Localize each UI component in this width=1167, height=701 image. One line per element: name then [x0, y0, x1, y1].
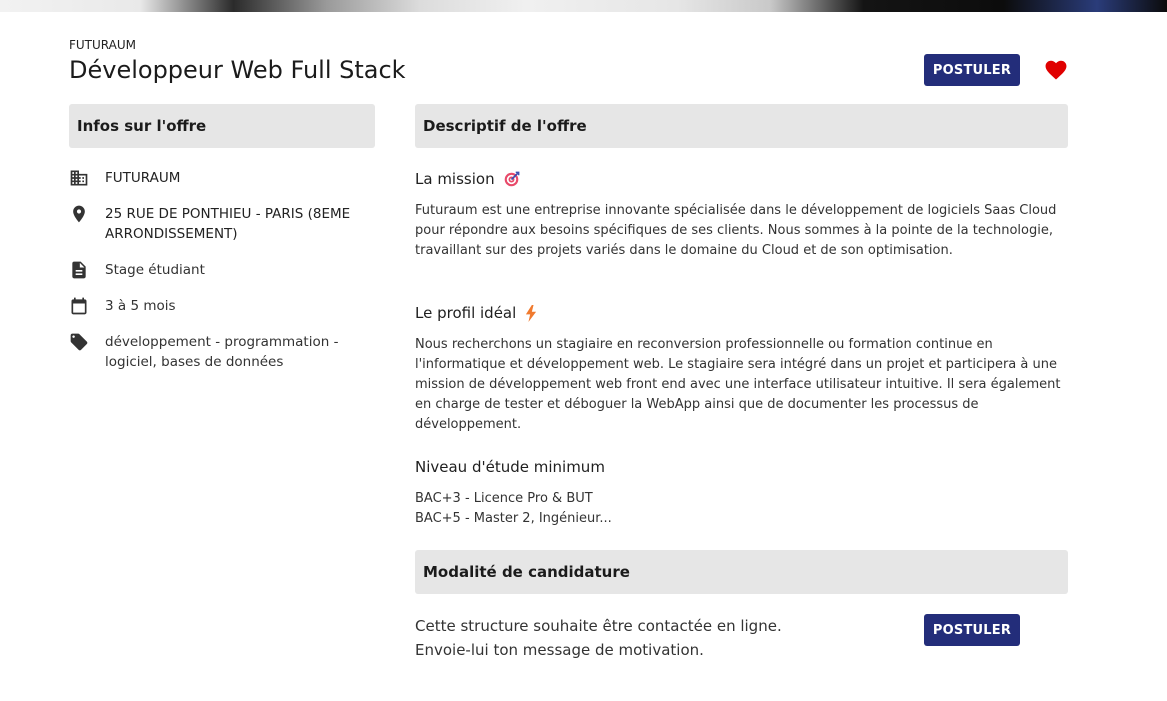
hero-image-strip — [0, 0, 1167, 12]
company-name: FUTURAUM — [69, 38, 136, 52]
document-icon — [72, 261, 86, 279]
lightning-icon — [524, 304, 538, 322]
mission-text: Futuraum est une entreprise innovante sp… — [415, 203, 1057, 258]
building-icon — [70, 170, 88, 186]
level-title: Niveau d'étude minimum — [415, 458, 605, 476]
info-duration: 3 à 5 mois — [69, 296, 369, 316]
info-tags: développement - programmation - logiciel… — [69, 332, 369, 372]
info-address-text: 25 RUE DE PONTHIEU - PARIS (8EME ARRONDI… — [105, 206, 351, 242]
heart-icon — [1045, 60, 1067, 80]
apply-button[interactable]: POSTULER — [924, 54, 1020, 86]
profile-text: Nous recherchons un stagiaire en reconve… — [415, 337, 1061, 432]
level-list: BAC+3 - Licence Pro & BUT BAC+5 - Master… — [415, 489, 1073, 529]
target-icon — [503, 171, 520, 188]
mission-heading: La mission — [415, 170, 520, 188]
application-section-header: Modalité de candidature — [415, 550, 1068, 594]
calendar-icon — [71, 297, 87, 315]
info-company: FUTURAUM — [69, 168, 369, 188]
info-address: 25 RUE DE PONTHIEU - PARIS (8EME ARRONDI… — [69, 204, 369, 244]
application-line-1: Cette structure souhaite être contactée … — [415, 617, 782, 635]
info-duration-text: 3 à 5 mois — [105, 298, 176, 314]
location-pin-icon — [73, 205, 85, 223]
page-title: Développeur Web Full Stack — [69, 56, 406, 84]
info-tags-text: développement - programmation - logiciel… — [105, 334, 339, 370]
info-company-text: FUTURAUM — [105, 170, 181, 186]
level-item: BAC+3 - Licence Pro & BUT — [415, 491, 593, 506]
info-section-header: Infos sur l'offre — [69, 104, 375, 148]
favorite-button[interactable] — [1045, 60, 1067, 80]
application-line-2: Envoie-lui ton message de motivation. — [415, 641, 704, 659]
application-text: Cette structure souhaite être contactée … — [415, 614, 782, 662]
profile-title: Le profil idéal — [415, 304, 517, 322]
level-heading: Niveau d'étude minimum — [415, 458, 605, 476]
description-section-header: Descriptif de l'offre — [415, 104, 1068, 148]
info-contract-text: Stage étudiant — [105, 262, 205, 278]
tag-icon — [70, 333, 88, 351]
apply-button-bottom[interactable]: POSTULER — [924, 614, 1020, 646]
level-item: BAC+5 - Master 2, Ingénieur... — [415, 511, 612, 526]
info-contract: Stage étudiant — [69, 260, 369, 280]
profile-heading: Le profil idéal — [415, 304, 538, 322]
mission-title: La mission — [415, 170, 495, 188]
